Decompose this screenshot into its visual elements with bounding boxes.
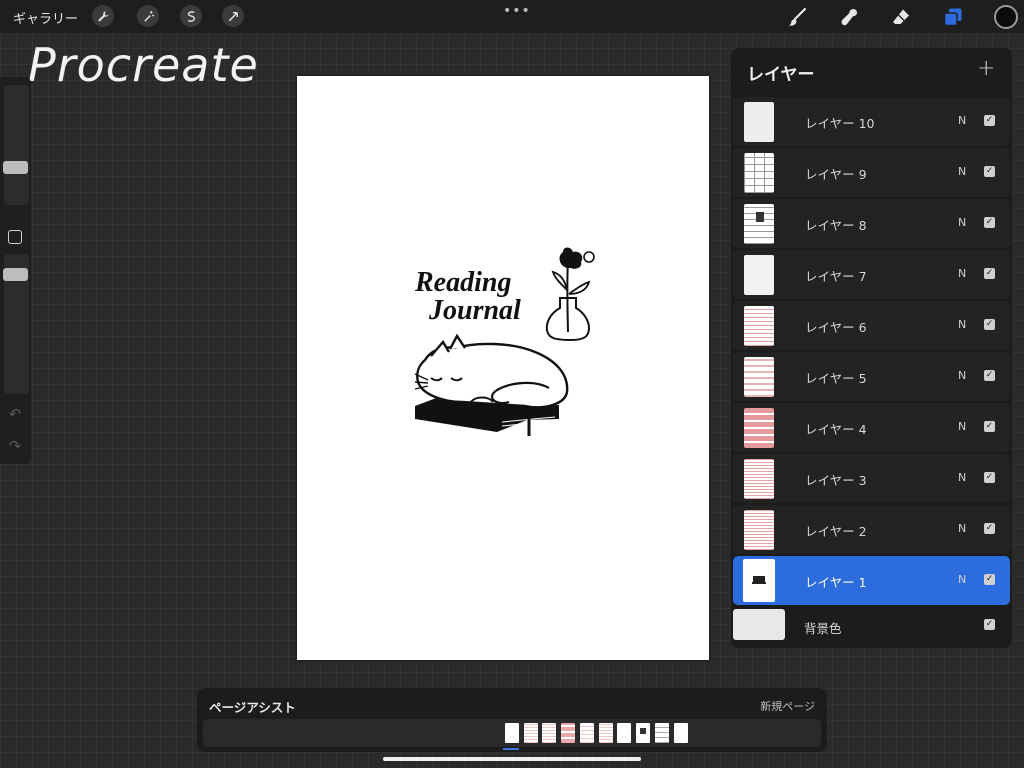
layer-name: レイヤー 1 <box>805 575 867 590</box>
layer-visibility-checkbox[interactable]: ✓ <box>984 421 995 432</box>
layer-name: レイヤー 7 <box>805 269 867 284</box>
undo-icon[interactable]: ↶ <box>7 406 23 422</box>
title-line-1: Reading <box>414 267 511 298</box>
layer-row-selected[interactable]: レイヤー 1 N ✓ <box>733 556 1010 605</box>
layer-visibility-checkbox[interactable]: ✓ <box>984 319 995 330</box>
layer-name: レイヤー 9 <box>805 167 867 182</box>
selection-icon[interactable] <box>180 5 202 27</box>
active-page-indicator <box>503 748 519 750</box>
blend-mode-button[interactable]: N <box>958 369 966 382</box>
background-color-label: 背景色 <box>804 621 842 636</box>
layer-thumbnail <box>744 153 774 193</box>
layer-visibility-checkbox[interactable]: ✓ <box>984 268 995 279</box>
eraser-icon[interactable] <box>890 6 912 28</box>
more-options-icon[interactable]: ••• <box>503 3 531 19</box>
layer-thumbnail <box>744 357 774 397</box>
page-thumbnail[interactable] <box>617 723 631 743</box>
page-thumbnail[interactable] <box>561 723 575 743</box>
page-thumbnail[interactable] <box>505 723 519 743</box>
layer-name: レイヤー 4 <box>805 422 867 437</box>
blend-mode-button[interactable]: N <box>958 318 966 331</box>
layers-title: レイヤー <box>747 65 815 85</box>
page-thumbnail[interactable] <box>599 723 613 743</box>
layer-thumbnail <box>744 204 774 244</box>
opacity-knob[interactable] <box>3 268 28 281</box>
transform-arrow-icon[interactable] <box>222 5 244 27</box>
layer-visibility-checkbox[interactable]: ✓ <box>984 115 995 126</box>
page-thumbnail[interactable] <box>524 723 538 743</box>
blend-mode-button[interactable]: N <box>958 420 966 433</box>
blend-mode-button[interactable]: N <box>958 267 966 280</box>
modify-button[interactable] <box>8 230 22 244</box>
reading-journal-illustration: Reading Journal <box>414 247 595 436</box>
blend-mode-button[interactable]: N <box>958 114 966 127</box>
layer-name: レイヤー 6 <box>805 320 867 335</box>
home-indicator[interactable] <box>383 757 641 761</box>
new-page-button[interactable]: 新規ページ <box>760 698 815 714</box>
layer-thumbnail <box>743 559 775 602</box>
layer-row[interactable]: レイヤー 9 N ✓ <box>733 148 1010 197</box>
layer-row[interactable]: レイヤー 8 N ✓ <box>733 199 1010 248</box>
layer-name: レイヤー 5 <box>805 371 867 386</box>
layer-visibility-checkbox[interactable]: ✓ <box>984 472 995 483</box>
brush-icon[interactable] <box>786 6 808 28</box>
brush-size-slider[interactable] <box>3 85 29 205</box>
layer-visibility-checkbox[interactable]: ✓ <box>984 574 995 585</box>
layers-panel: レイヤー + レイヤー 10 N ✓ レイヤー 9 N ✓ レイヤー 8 N ✓… <box>731 48 1012 648</box>
background-color-swatch <box>733 609 785 640</box>
top-toolbar: ギャラリー ••• <box>0 0 1024 33</box>
redo-icon[interactable]: ↷ <box>7 438 23 454</box>
page-thumbnail[interactable] <box>655 723 669 743</box>
opacity-slider[interactable] <box>3 254 29 394</box>
layer-visibility-checkbox[interactable]: ✓ <box>984 523 995 534</box>
layer-row[interactable]: レイヤー 10 N ✓ <box>733 97 1010 146</box>
layer-name: レイヤー 8 <box>805 218 867 233</box>
title-line-2: Journal <box>428 295 521 326</box>
left-sidebar: ↶ ↷ <box>0 77 31 464</box>
layer-thumbnail <box>744 510 774 550</box>
layer-name: レイヤー 10 <box>805 116 875 131</box>
layer-visibility-checkbox[interactable]: ✓ <box>984 370 995 381</box>
layer-thumbnail <box>744 408 774 448</box>
blend-mode-button[interactable]: N <box>958 573 966 586</box>
blend-mode-button[interactable]: N <box>958 165 966 178</box>
page-assist-panel: ページアシスト 新規ページ <box>197 688 827 752</box>
wrench-icon[interactable] <box>92 5 114 27</box>
layer-thumbnail <box>744 255 774 295</box>
layer-row[interactable]: レイヤー 7 N ✓ <box>733 250 1010 299</box>
layers-icon[interactable] <box>942 6 964 28</box>
canvas[interactable]: Reading Journal <box>297 76 709 660</box>
layer-visibility-checkbox[interactable]: ✓ <box>984 217 995 228</box>
add-layer-button[interactable]: + <box>977 56 995 81</box>
page-thumbnail[interactable] <box>542 723 556 743</box>
layer-thumbnail <box>744 102 774 142</box>
layer-row[interactable]: レイヤー 5 N ✓ <box>733 352 1010 401</box>
brush-size-knob[interactable] <box>3 161 28 174</box>
layer-row[interactable]: レイヤー 6 N ✓ <box>733 301 1010 350</box>
blend-mode-button[interactable]: N <box>958 216 966 229</box>
background-color-row[interactable]: 背景色 ✓ <box>733 607 1010 643</box>
layer-thumbnail <box>744 459 774 499</box>
layer-thumbnail <box>744 306 774 346</box>
layer-name: レイヤー 2 <box>805 524 867 539</box>
color-icon[interactable] <box>994 5 1018 29</box>
blend-mode-button[interactable]: N <box>958 471 966 484</box>
page-assist-title: ページアシスト <box>209 700 296 715</box>
procreate-watermark: Procreate <box>28 38 259 92</box>
blend-mode-button[interactable]: N <box>958 522 966 535</box>
layer-row[interactable]: レイヤー 4 N ✓ <box>733 403 1010 452</box>
layer-row[interactable]: レイヤー 3 N ✓ <box>733 454 1010 503</box>
gallery-button[interactable]: ギャラリー <box>13 8 78 27</box>
page-thumbnail[interactable] <box>674 723 688 743</box>
page-thumbnail[interactable] <box>580 723 594 743</box>
background-visibility-checkbox[interactable]: ✓ <box>984 619 995 630</box>
page-thumbnail[interactable] <box>636 723 650 743</box>
magic-wand-icon[interactable] <box>137 5 159 27</box>
layer-name: レイヤー 3 <box>805 473 867 488</box>
smudge-icon[interactable] <box>838 6 860 28</box>
layer-visibility-checkbox[interactable]: ✓ <box>984 166 995 177</box>
layer-row[interactable]: レイヤー 2 N ✓ <box>733 505 1010 554</box>
